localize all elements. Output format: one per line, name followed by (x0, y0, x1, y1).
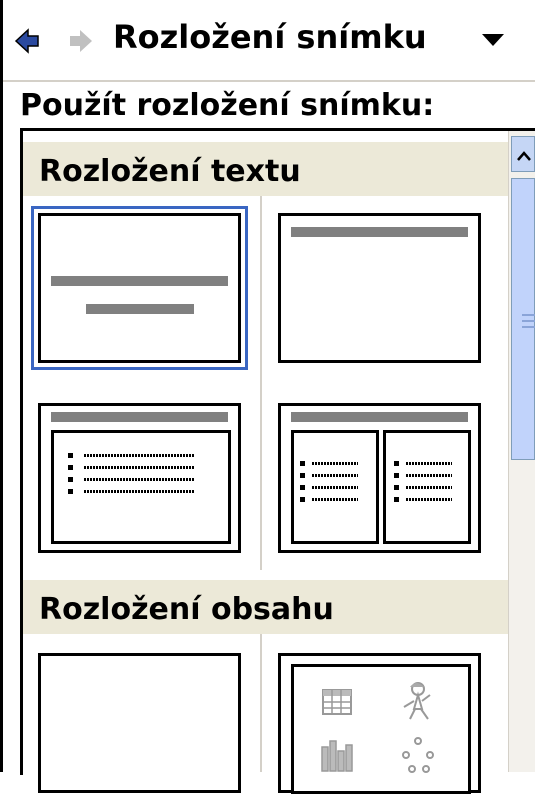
forward-arrow-icon[interactable] (68, 28, 94, 58)
back-arrow-icon[interactable] (14, 28, 40, 58)
title-placeholder-bar (291, 412, 468, 422)
layout-blank[interactable] (38, 653, 241, 793)
apply-layout-label: Použít rozložení snímku: (20, 88, 435, 123)
layout-title-slide[interactable] (31, 206, 248, 370)
subtitle-placeholder-bar (86, 304, 194, 314)
text-placeholder-left (291, 430, 379, 544)
section-header-text-layouts: Rozložení textu (23, 142, 508, 196)
bullet (68, 477, 73, 482)
text-placeholder-right (383, 430, 471, 544)
title-placeholder-bar (51, 276, 228, 286)
text-line (312, 498, 358, 501)
content-placeholder (291, 664, 471, 794)
text-placeholder (51, 430, 231, 544)
header-divider (3, 80, 535, 82)
layout-title-only[interactable] (278, 213, 481, 363)
title-placeholder-bar (51, 412, 228, 422)
pane-border (0, 0, 3, 772)
text-line (406, 462, 452, 465)
title-placeholder-bar (291, 227, 468, 237)
column-divider (260, 634, 262, 772)
text-line (406, 486, 452, 489)
text-line (84, 454, 194, 457)
bullet (68, 489, 73, 494)
bullet (300, 461, 305, 466)
scroll-up-button[interactable] (511, 136, 535, 172)
text-line (84, 478, 194, 481)
bullet (68, 465, 73, 470)
scrollbar-thumb[interactable] (511, 178, 535, 460)
dropdown-triangle-icon[interactable] (480, 32, 506, 52)
pane-title: Rozložení snímku (113, 18, 427, 56)
text-line (312, 474, 358, 477)
bullet (300, 485, 305, 490)
table-icon[interactable] (322, 689, 352, 719)
text-line (84, 490, 194, 493)
bullet (394, 473, 399, 478)
text-line (312, 462, 358, 465)
section-label: Rozložení obsahu (39, 592, 334, 627)
bullet (300, 497, 305, 502)
section-label: Rozložení textu (39, 154, 301, 189)
layout-title-and-two-column-text[interactable] (278, 403, 481, 553)
bullet (68, 453, 73, 458)
chart-icon[interactable] (320, 739, 354, 777)
section-header-content-layouts: Rozložení obsahu (23, 580, 508, 634)
layout-title-and-text[interactable] (38, 403, 241, 553)
text-line (406, 474, 452, 477)
text-line (312, 486, 358, 489)
scroll-grip-line (522, 320, 535, 322)
text-line (406, 498, 452, 501)
diagram-icon[interactable] (402, 737, 434, 777)
bullet (394, 497, 399, 502)
layout-content[interactable] (278, 653, 481, 794)
scroll-grip-line (522, 326, 535, 328)
text-line (84, 466, 194, 469)
bullet (300, 473, 305, 478)
clipart-person-icon[interactable] (400, 681, 434, 725)
bullet (394, 485, 399, 490)
scroll-grip-line (522, 314, 535, 316)
chevron-up-icon (516, 147, 532, 166)
bullet (394, 461, 399, 466)
column-divider (260, 196, 262, 570)
